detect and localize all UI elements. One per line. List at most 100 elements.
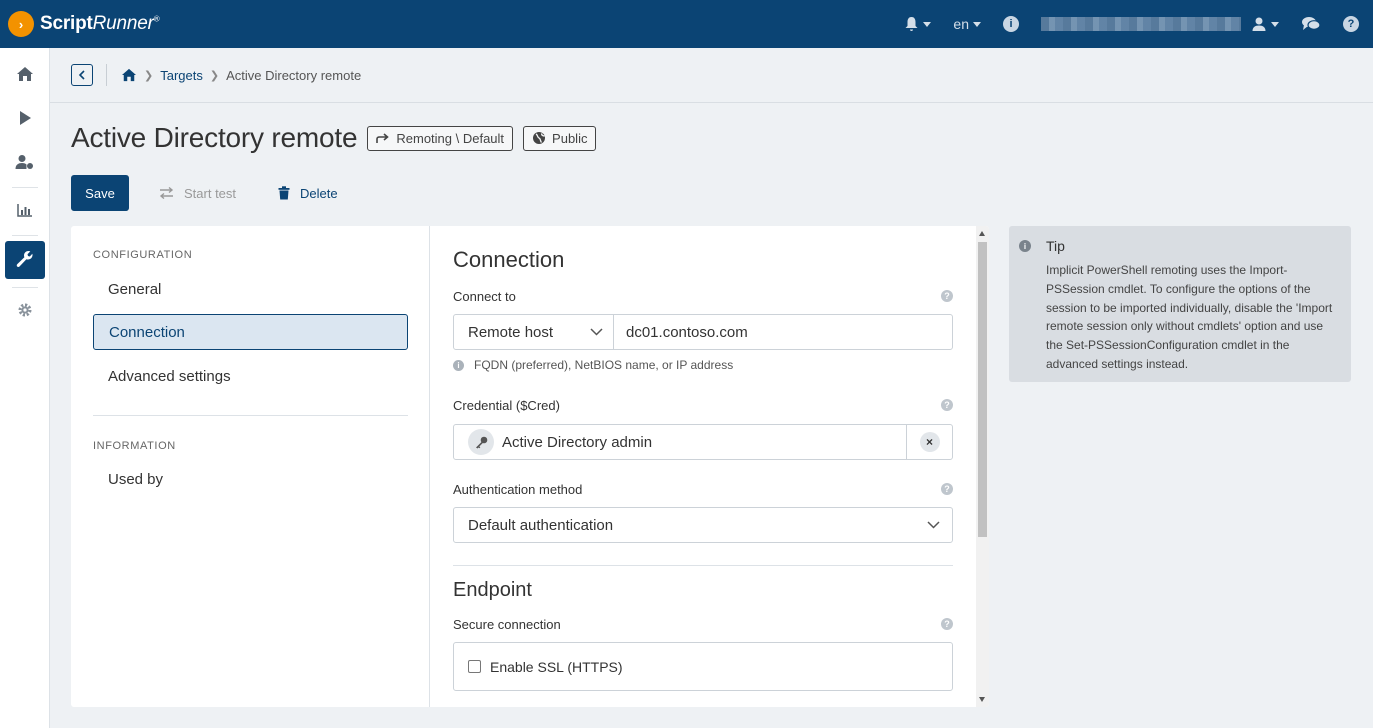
close-icon: × [919,432,940,452]
scroll-up-icon[interactable] [979,231,985,236]
chevron-left-icon [78,70,85,80]
breadcrumb-current: Active Directory remote [226,67,362,83]
configuration-heading: CONFIGURATION [93,249,193,261]
globe-icon [533,132,546,144]
nav-reports[interactable] [5,191,45,229]
ssl-checkbox[interactable] [468,660,481,673]
credential-field[interactable]: Active Directory admin × [453,424,953,460]
auth-method-label: Authentication method [453,482,583,497]
save-button[interactable]: Save [71,175,129,211]
help-icon[interactable]: ? [941,399,953,411]
breadcrumb-bar: ❯ Targets ❯ Active Directory remote [50,48,1373,103]
app-logo[interactable]: › ScriptRunner® [8,11,160,37]
swap-arrows-icon [159,187,174,199]
clear-credential-button[interactable]: × [906,425,952,459]
chat-icon [1302,17,1321,30]
delete-label: Delete [300,185,338,201]
nav-settings[interactable] [5,291,45,329]
bar-chart-icon [17,204,32,217]
tip-heading: Tip [1046,238,1065,254]
help-icon: ? [1343,16,1359,32]
chevron-right-icon: ❯ [209,69,220,82]
user-settings-icon [15,155,33,169]
auth-method-value: Default authentication [468,516,614,534]
settings-card: CONFIGURATION General Connection Advance… [71,226,989,707]
connect-type-select[interactable]: Remote host [454,315,614,349]
share-arrow-icon [376,132,390,143]
start-test-button[interactable]: Start test [159,186,236,201]
connection-form: Connection Connect to ? Remote host dc01… [453,226,953,707]
top-bar: › ScriptRunner® en i ? [0,0,1373,48]
connection-heading: Connection [453,247,565,272]
language-label: en [953,16,969,32]
help-button[interactable]: ? [1343,16,1359,32]
connect-to-label: Connect to [453,289,516,304]
section-nav-connection[interactable]: Connection [93,314,408,350]
key-icon [468,429,494,455]
endpoint-heading: Endpoint [453,579,532,601]
gear-icon [18,303,32,317]
scroll-thumb[interactable] [978,242,987,537]
page-title: Active Directory remote [71,122,358,153]
target-type-chip: Remoting \ Default [367,125,514,151]
host-hint-text: FQDN (preferred), NetBIOS name, or IP ad… [474,358,734,372]
nav-home[interactable] [5,55,45,93]
scriptrunner-logo-icon: › [8,11,34,37]
tip-panel: i Tip Implicit PowerShell remoting uses … [1009,226,1351,382]
info-icon: i [1003,16,1019,32]
ssl-option: Enable SSL (HTTPS) [453,642,953,691]
wrench-icon [16,251,33,268]
section-nav-used-by[interactable]: Used by [93,461,408,497]
play-icon [20,111,31,125]
help-icon[interactable]: ? [941,618,953,630]
tip-body: Implicit PowerShell remoting uses the Im… [1046,263,1333,371]
credential-label: Credential ($Cred) [453,398,560,413]
nav-configuration[interactable] [5,241,45,279]
back-button[interactable] [71,64,93,86]
information-heading: INFORMATION [93,440,176,452]
trash-icon [278,186,290,200]
chevron-down-icon [923,21,932,27]
bell-icon [905,17,918,31]
target-type-label: Remoting \ Default [396,130,505,146]
ssl-label[interactable]: Enable SSL (HTTPS) [490,659,623,675]
breadcrumb-targets-link[interactable]: Targets [160,68,203,83]
chevron-down-icon [1271,21,1279,27]
credential-value: Active Directory admin [502,433,653,451]
side-nav [0,48,50,728]
chevron-right-icon: ❯ [144,69,154,82]
section-nav-general[interactable]: General [93,271,408,307]
connect-to-field: Remote host dc01.contoso.com [453,314,953,350]
chat-button[interactable] [1301,16,1321,32]
scope-label: Public [552,130,588,146]
secure-connection-label: Secure connection [453,617,561,632]
chevron-down-icon [973,21,981,27]
info-icon: i [1019,240,1031,252]
delete-button[interactable]: Delete [278,186,338,201]
connect-type-value: Remote host [468,323,554,341]
home-icon [17,67,33,81]
chevron-down-icon [927,521,940,529]
host-input[interactable]: dc01.contoso.com [614,324,748,341]
section-nav-advanced-settings[interactable]: Advanced settings [93,358,408,394]
help-icon[interactable]: ? [941,483,953,495]
user-name-redacted [1041,17,1241,31]
user-menu[interactable] [1041,16,1279,32]
home-icon[interactable] [121,68,137,82]
help-icon[interactable]: ? [941,290,953,302]
nav-users[interactable] [5,143,45,181]
notifications-menu[interactable] [904,16,932,32]
info-icon: i [453,359,464,371]
scrollbar[interactable] [976,226,989,707]
scroll-down-icon[interactable] [979,697,985,702]
chevron-down-icon [590,328,603,336]
info-button[interactable]: i [1003,16,1019,32]
nav-run[interactable] [5,99,45,137]
scope-chip: Public [523,125,597,151]
brand-name: ScriptRunner® [40,13,160,34]
breadcrumb: ❯ Targets ❯ Active Directory remote [121,68,361,83]
section-nav: CONFIGURATION General Connection Advance… [71,226,430,707]
language-menu[interactable]: en [953,16,981,32]
auth-method-select[interactable]: Default authentication [453,507,953,543]
host-hint: i FQDN (preferred), NetBIOS name, or IP … [453,358,733,372]
